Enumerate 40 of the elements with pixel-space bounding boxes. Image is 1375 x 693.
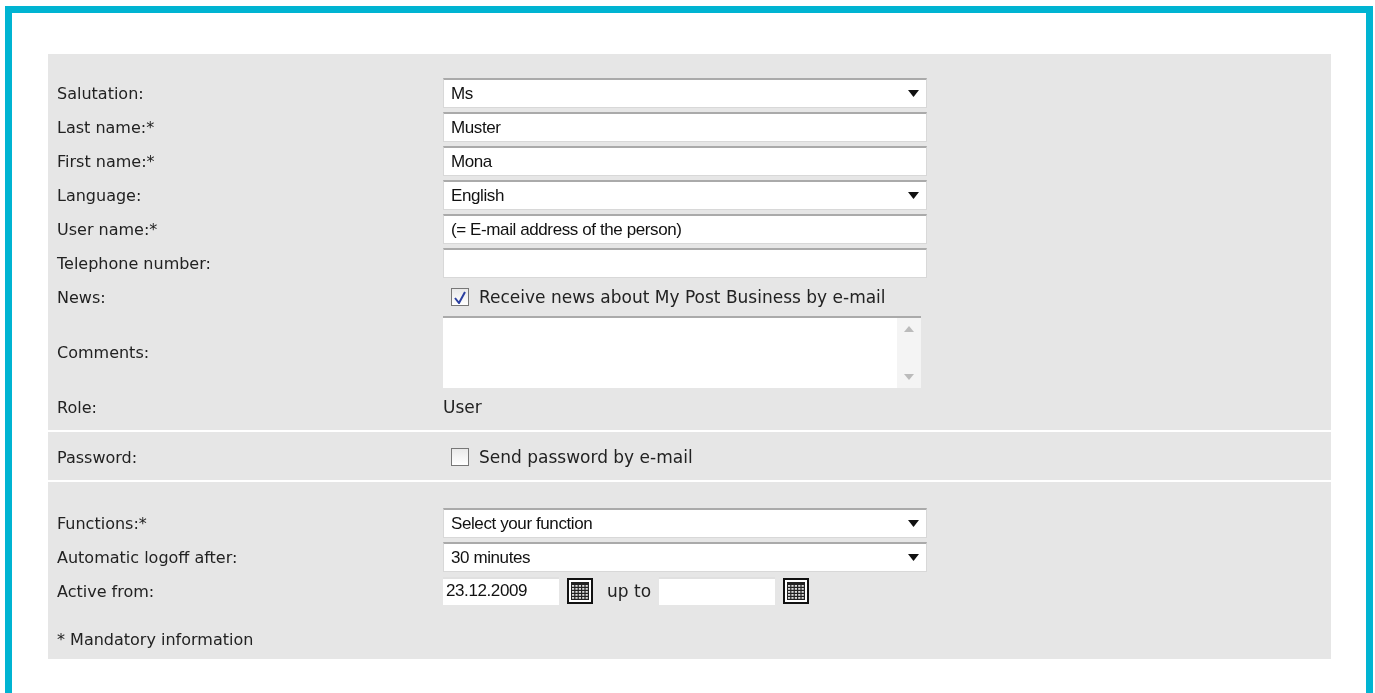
field-label: News: <box>57 287 107 307</box>
date-field[interactable] <box>659 577 776 605</box>
dropdown-value: Ms <box>451 83 473 104</box>
dropdown[interactable]: Ms <box>443 78 927 108</box>
dropdown-value: English <box>451 185 504 206</box>
field-label: Functions:* <box>57 513 148 533</box>
footnote: * Mandatory information <box>57 630 255 649</box>
input-field[interactable]: Mona <box>443 146 927 176</box>
dropdown-value: 30 minutes <box>451 547 531 568</box>
field-label: Automatic logoff after: <box>57 547 239 567</box>
role-value: User <box>443 397 482 417</box>
input-field[interactable]: Muster <box>443 112 927 142</box>
dropdown-arrow-icon[interactable] <box>908 554 919 561</box>
date-separator: up to <box>607 581 652 601</box>
checkbox-label: Receive news about My Post Business by e-mail <box>479 287 886 307</box>
dropdown[interactable]: English <box>443 180 927 210</box>
input-field[interactable] <box>443 248 927 278</box>
field-label: Telephone number: <box>57 253 212 273</box>
dropdown-value: Select your function <box>451 513 593 534</box>
dropdown-arrow-icon[interactable] <box>908 192 919 199</box>
dropdown[interactable]: 30 minutes <box>443 542 927 572</box>
calendar-icon[interactable] <box>567 578 593 604</box>
field-label: Language: <box>57 185 143 205</box>
field-label: User name:* <box>57 219 159 239</box>
checkbox[interactable] <box>451 288 469 306</box>
dropdown[interactable]: Select your function <box>443 508 927 538</box>
calendar-icon[interactable] <box>783 578 810 604</box>
field-label: Role: <box>57 397 98 417</box>
field-label: Salutation: <box>57 83 145 103</box>
input-field[interactable]: (= E-mail address of the person) <box>443 214 927 244</box>
field-label: Active from: <box>57 581 156 601</box>
field-label: Comments: <box>57 342 151 362</box>
checkbox-label: Send password by e-mail <box>479 447 693 467</box>
checkbox[interactable] <box>451 448 469 466</box>
field-label: Password: <box>57 447 139 467</box>
date-field[interactable]: 23.12.2009 <box>443 577 559 605</box>
field-label: Last name:* <box>57 117 156 137</box>
dropdown-arrow-icon[interactable] <box>908 520 919 527</box>
dropdown-arrow-icon[interactable] <box>908 90 919 97</box>
field-label: First name:* <box>57 151 156 171</box>
